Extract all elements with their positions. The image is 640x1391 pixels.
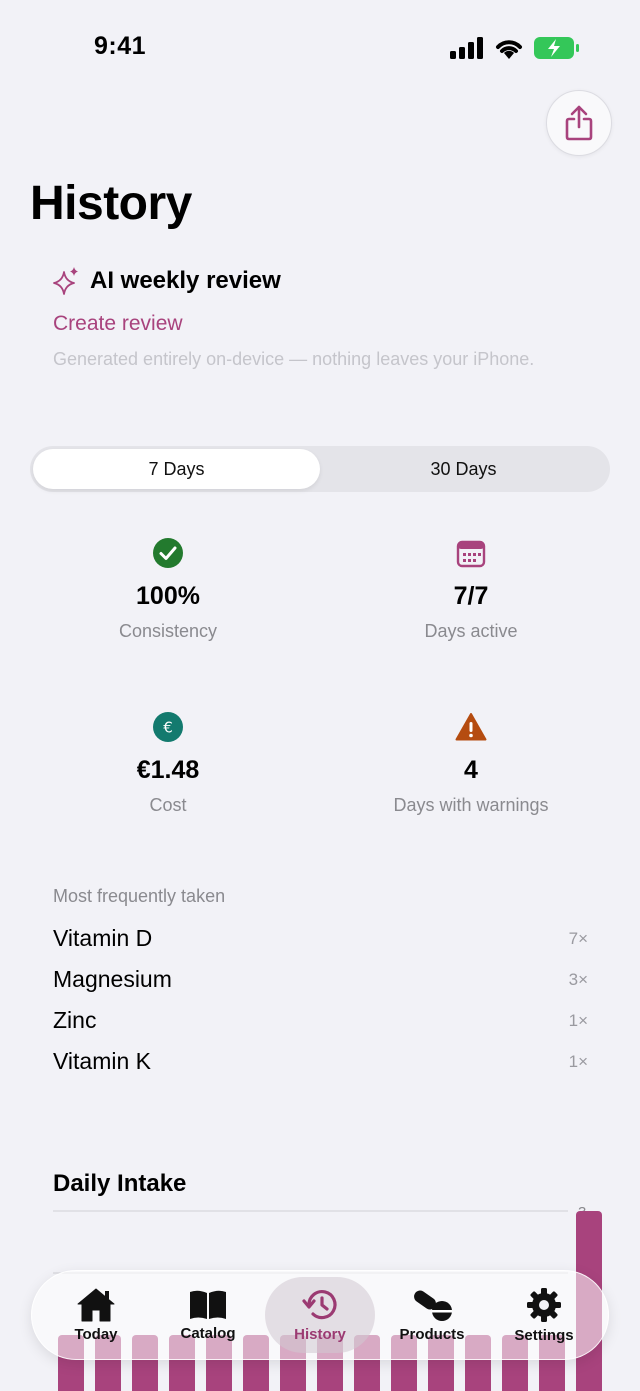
- status-icons: [450, 36, 580, 60]
- stat-days-active: 7/7 Days active: [351, 538, 591, 642]
- range-segmented-control: 7 Days 30 Days: [30, 446, 610, 492]
- calendar-icon: [456, 540, 486, 568]
- sparkles-icon: [53, 267, 78, 295]
- item-name: Zinc: [53, 1007, 97, 1033]
- tab-label: Today: [74, 1325, 118, 1343]
- tab-label: Settings: [514, 1326, 574, 1344]
- stat-label: Days with warnings: [393, 795, 549, 815]
- tab-label: Catalog: [180, 1324, 236, 1342]
- stat-cost: € €1.48 Cost: [48, 712, 288, 816]
- house-icon: [77, 1288, 115, 1321]
- tab-today[interactable]: Today: [41, 1277, 151, 1353]
- stat-value: €1.48: [136, 756, 200, 784]
- list-item: Vitamin K 1×: [53, 1041, 588, 1082]
- share-icon: [565, 105, 593, 141]
- stat-value: 7/7: [453, 582, 489, 610]
- status-time: 9:41: [94, 32, 147, 60]
- stat-value: 100%: [136, 582, 200, 610]
- tab-bar: Today Catalog History Products Settings: [31, 1270, 609, 1360]
- tab-label: Products: [399, 1325, 465, 1343]
- svg-text:€: €: [163, 719, 173, 737]
- pills-icon: [414, 1290, 452, 1321]
- book-icon: [190, 1290, 226, 1319]
- segment-7-days[interactable]: 7 Days: [33, 449, 320, 489]
- list-item: Vitamin D 7×: [53, 918, 588, 959]
- tab-products[interactable]: Products: [377, 1277, 487, 1353]
- chart-title: Daily Intake: [53, 1170, 187, 1197]
- stat-label: Consistency: [118, 621, 218, 641]
- stat-value: 4: [464, 756, 478, 784]
- item-name: Vitamin D: [53, 925, 153, 951]
- checkmark-circle-icon: [153, 538, 183, 568]
- segment-30-days[interactable]: 30 Days: [320, 449, 607, 489]
- list-item: Magnesium 3×: [53, 959, 588, 1000]
- stat-label: Days active: [424, 621, 518, 641]
- euro-circle-icon: €: [153, 712, 183, 742]
- tab-label: History: [294, 1325, 346, 1343]
- page-title: History: [30, 177, 192, 230]
- stat-label: Cost: [149, 795, 187, 815]
- list-item: Zinc 1×: [53, 1000, 588, 1041]
- stat-consistency: 100% Consistency: [48, 538, 288, 642]
- battery-charging-icon: [534, 37, 579, 59]
- history-clock-icon: [302, 1289, 337, 1319]
- share-button[interactable]: [546, 90, 612, 156]
- status-bar: 9:41: [0, 0, 640, 96]
- on-device-note: Generated entirely on-device — nothing l…: [53, 349, 535, 369]
- item-name: Magnesium: [53, 966, 172, 992]
- gear-icon: [527, 1287, 561, 1322]
- frequent-heading: Most frequently taken: [53, 886, 226, 906]
- cellular-signal-icon: [450, 37, 483, 59]
- wifi-icon: [496, 40, 522, 59]
- tab-settings[interactable]: Settings: [489, 1277, 599, 1353]
- ai-review-header: AI weekly review: [52, 266, 281, 296]
- item-count: 7×: [568, 928, 588, 948]
- item-count: 1×: [568, 1051, 588, 1071]
- create-review-link[interactable]: Create review: [53, 312, 183, 336]
- tab-catalog[interactable]: Catalog: [153, 1277, 263, 1353]
- item-count: 3×: [568, 969, 588, 989]
- ai-review-title: AI weekly review: [90, 267, 281, 294]
- tab-history[interactable]: History: [265, 1277, 375, 1353]
- item-name: Vitamin K: [53, 1048, 152, 1074]
- item-count: 1×: [568, 1010, 588, 1030]
- frequent-list: Vitamin D 7× Magnesium 3× Zinc 1× Vitami…: [53, 918, 588, 1082]
- stat-warnings: 4 Days with warnings: [351, 712, 591, 816]
- warning-triangle-icon: [455, 713, 487, 741]
